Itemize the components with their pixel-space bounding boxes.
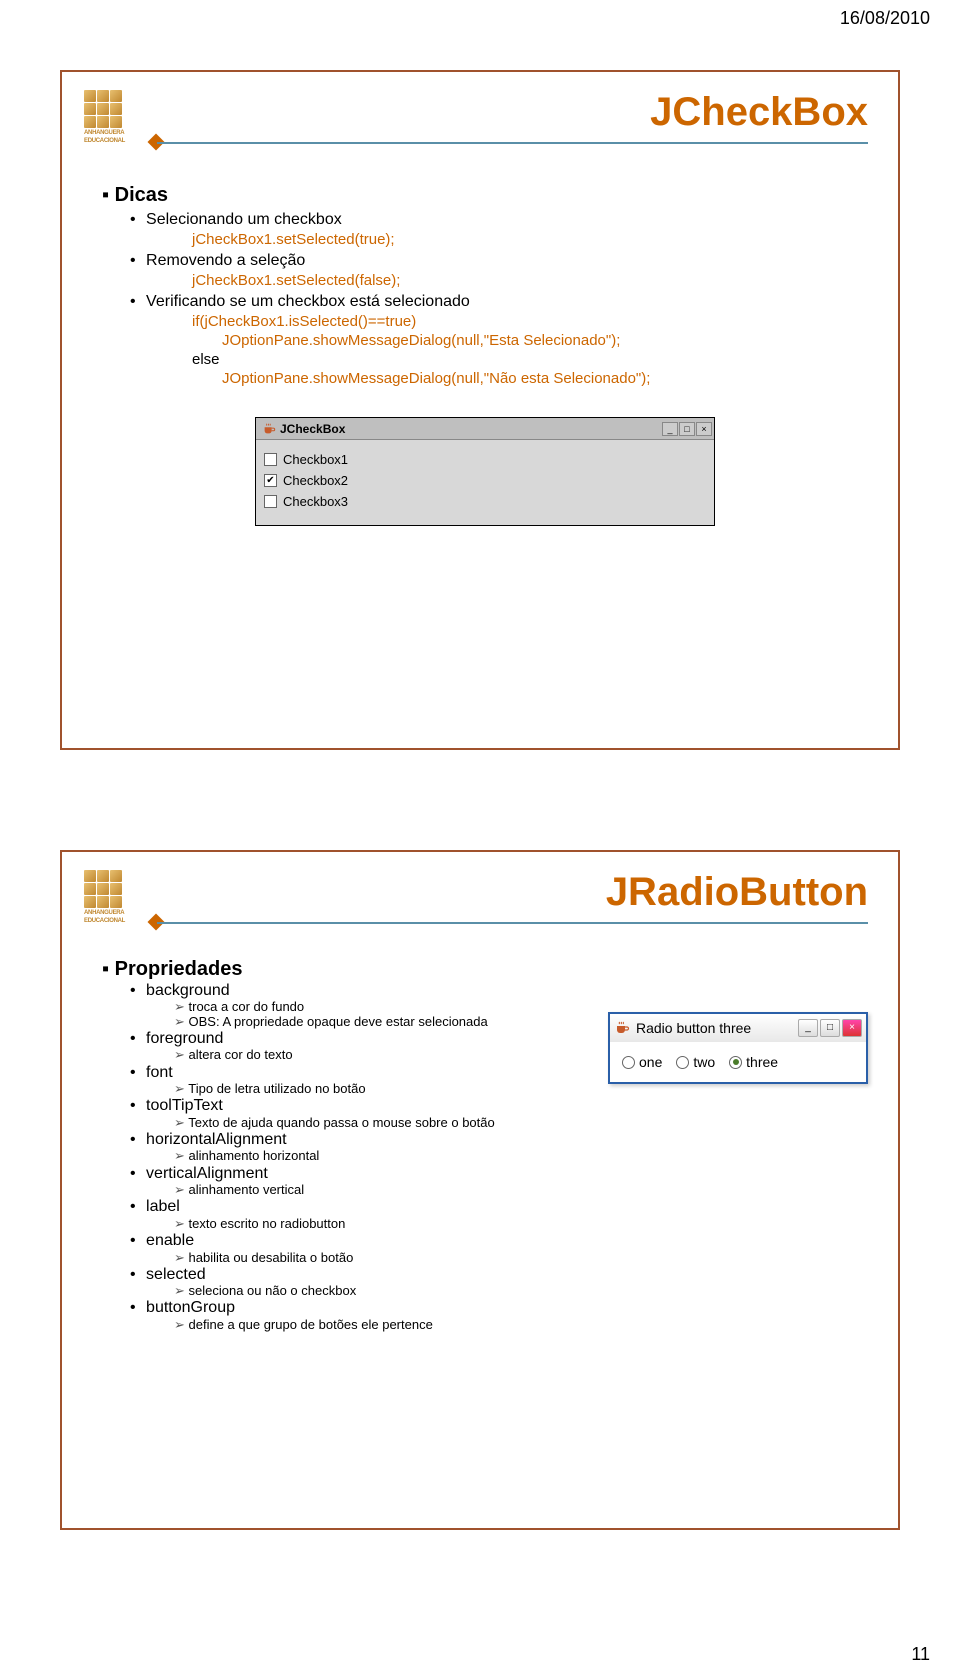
checkbox[interactable] bbox=[264, 453, 277, 466]
minimize-icon[interactable]: _ bbox=[798, 1019, 818, 1037]
coffee-icon bbox=[614, 1020, 630, 1036]
checkbox-row: Checkbox1 bbox=[264, 452, 706, 467]
slide-title: JRadioButton bbox=[62, 870, 898, 915]
window-title: Radio button three bbox=[636, 1020, 798, 1036]
logo-text-2: EDUCACIONAL bbox=[84, 138, 134, 144]
list-item: Verificando se um checkbox está selecion… bbox=[130, 293, 868, 311]
prop-desc: Tipo de letra utilizado no botão bbox=[174, 1082, 868, 1096]
checkbox[interactable]: ✔ bbox=[264, 474, 277, 487]
code-line: jCheckBox1.setSelected(false); bbox=[192, 272, 868, 289]
page-number: 11 bbox=[911, 1644, 930, 1665]
code-line: JOptionPane.showMessageDialog(null,"Esta… bbox=[222, 332, 868, 349]
page-date: 16/08/2010 bbox=[840, 8, 930, 29]
prop-name: toolTipText bbox=[130, 1097, 868, 1115]
window-buttons: _ □ × bbox=[798, 1019, 862, 1037]
prop-name: selected bbox=[130, 1266, 868, 1284]
section-heading: Propriedades bbox=[102, 958, 868, 981]
prop-name: horizontalAlignment bbox=[130, 1131, 868, 1149]
checkbox-row: Checkbox3 bbox=[264, 494, 706, 509]
radio-label: three bbox=[746, 1054, 778, 1070]
prop-desc: alinhamento vertical bbox=[174, 1183, 868, 1197]
prop-name: verticalAlignment bbox=[130, 1165, 868, 1183]
minimize-icon[interactable]: _ bbox=[662, 422, 678, 436]
radio-option: one bbox=[622, 1054, 662, 1070]
checkbox-label: Checkbox2 bbox=[283, 473, 348, 488]
prop-name: background bbox=[130, 982, 868, 1000]
slide-jradiobutton: ANHANGUERA EDUCACIONAL JRadioButton Radi… bbox=[60, 850, 900, 1530]
checkbox[interactable] bbox=[264, 495, 277, 508]
rule-line bbox=[157, 142, 868, 144]
radio-option: two bbox=[676, 1054, 715, 1070]
prop-name: enable bbox=[130, 1232, 868, 1250]
prop-desc: Texto de ajuda quando passa o mouse sobr… bbox=[174, 1116, 868, 1130]
section-heading: Dicas bbox=[102, 184, 868, 207]
close-icon[interactable]: × bbox=[696, 422, 712, 436]
window-titlebar: Radio button three _ □ × bbox=[610, 1014, 866, 1042]
prop-desc: habilita ou desabilita o botão bbox=[174, 1251, 868, 1265]
window-titlebar: JCheckBox _ □ × bbox=[256, 418, 714, 440]
checkbox-row: ✔ Checkbox2 bbox=[264, 473, 706, 488]
slide-title: JCheckBox bbox=[62, 90, 898, 135]
list-item: Removendo a seleção bbox=[130, 252, 868, 270]
radio-button[interactable] bbox=[676, 1056, 689, 1069]
code-line: JOptionPane.showMessageDialog(null,"Não … bbox=[222, 370, 868, 387]
radio-button[interactable] bbox=[622, 1056, 635, 1069]
logo-text-1: ANHANGUERA bbox=[84, 910, 134, 916]
window-body: Checkbox1 ✔ Checkbox2 Checkbox3 bbox=[256, 440, 714, 525]
prop-desc: seleciona ou não o checkbox bbox=[174, 1284, 868, 1298]
radio-label: one bbox=[639, 1054, 662, 1070]
code-line: jCheckBox1.setSelected(true); bbox=[192, 231, 868, 248]
radio-label: two bbox=[693, 1054, 715, 1070]
prop-desc: alinhamento horizontal bbox=[174, 1149, 868, 1163]
slide-jcheckbox: ANHANGUERA EDUCACIONAL JCheckBox Dicas S… bbox=[60, 70, 900, 750]
window-screenshot: Radio button three _ □ × one two three bbox=[608, 1012, 868, 1084]
checkbox-label: Checkbox3 bbox=[283, 494, 348, 509]
close-icon[interactable]: × bbox=[842, 1019, 862, 1037]
logo: ANHANGUERA EDUCACIONAL bbox=[84, 90, 134, 144]
coffee-icon bbox=[262, 422, 276, 436]
maximize-icon[interactable]: □ bbox=[820, 1019, 840, 1037]
slide-header: ANHANGUERA EDUCACIONAL JCheckBox bbox=[62, 72, 898, 172]
logo: ANHANGUERA EDUCACIONAL bbox=[84, 870, 134, 924]
window-buttons: _ □ × bbox=[662, 422, 712, 436]
prop-name: buttonGroup bbox=[130, 1299, 868, 1317]
prop-name: label bbox=[130, 1198, 868, 1216]
window-body: one two three bbox=[610, 1042, 866, 1082]
radio-button[interactable] bbox=[729, 1056, 742, 1069]
logo-text-1: ANHANGUERA bbox=[84, 130, 134, 136]
code-keyword: else bbox=[192, 351, 868, 368]
prop-desc: define a que grupo de botões ele pertenc… bbox=[174, 1318, 868, 1332]
prop-desc: texto escrito no radiobutton bbox=[174, 1217, 868, 1231]
code-line: if(jCheckBox1.isSelected()==true) bbox=[192, 313, 868, 330]
window-screenshot: JCheckBox _ □ × Checkbox1 ✔ Checkbox2 bbox=[255, 417, 715, 526]
maximize-icon[interactable]: □ bbox=[679, 422, 695, 436]
slide-content: Dicas Selecionando um checkbox jCheckBox… bbox=[62, 172, 898, 546]
rule-line bbox=[157, 922, 868, 924]
slide-header: ANHANGUERA EDUCACIONAL JRadioButton bbox=[62, 852, 898, 952]
logo-text-2: EDUCACIONAL bbox=[84, 918, 134, 924]
list-item: Selecionando um checkbox bbox=[130, 211, 868, 229]
window-title: JCheckBox bbox=[280, 422, 662, 436]
checkbox-label: Checkbox1 bbox=[283, 452, 348, 467]
radio-option: three bbox=[729, 1054, 778, 1070]
